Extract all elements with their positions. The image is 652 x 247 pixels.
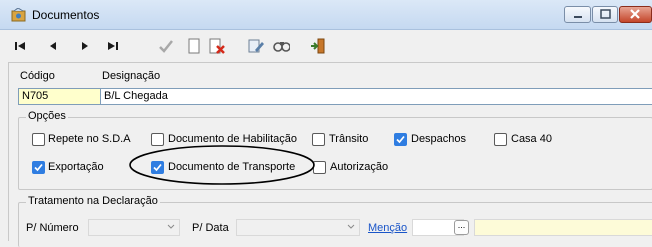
search-icon[interactable] [272,37,290,55]
previous-record-icon[interactable] [44,37,62,55]
mencao-link[interactable]: Menção [368,222,407,234]
opcoes-group: Opções [18,110,652,190]
codigo-field[interactable]: N705 [18,88,101,105]
designacao-label: Designação [102,70,161,82]
last-record-icon[interactable] [104,37,122,55]
pnumero-select[interactable] [88,219,180,236]
opcoes-legend: Opções [26,110,68,122]
exportacao-label: Exportação [48,161,104,173]
exit-icon[interactable] [309,37,327,55]
repete-sda-label: Repete no S.D.A [48,133,131,145]
casa-40-label: Casa 40 [511,133,552,145]
transito-label: Trânsito [329,133,369,145]
codigo-label: Código [20,70,55,82]
chevron-down-icon [167,224,175,229]
edit-icon[interactable] [247,37,265,55]
chevron-down-icon [347,224,355,229]
toolbar [0,31,652,61]
app-icon [11,7,26,22]
despachos-checkbox[interactable] [394,133,407,146]
title-bar: Documentos [0,0,652,30]
delete-document-icon[interactable] [208,37,226,55]
close-button[interactable] [619,6,652,23]
pdata-label: P/ Data [192,222,229,234]
new-document-icon[interactable] [185,37,203,55]
designacao-field[interactable]: B/L Chegada [100,88,652,105]
minimize-button[interactable] [564,6,591,23]
maximize-button[interactable] [592,6,618,23]
repete-sda-checkbox[interactable] [32,133,45,146]
mencao-description-field[interactable] [474,219,652,236]
despachos-label: Despachos [411,133,467,145]
document-form: Código Designação N705 B/L Chegada Opçõe… [8,62,652,247]
first-record-icon[interactable] [11,37,29,55]
pnumero-label: P/ Número [26,222,79,234]
autorizacao-label: Autorização [330,161,389,173]
casa-40-checkbox[interactable] [494,133,507,146]
highlight-ellipse [129,145,315,185]
confirm-icon[interactable] [157,37,175,55]
mencao-ellipsis-button[interactable]: ... [454,220,469,235]
next-record-icon[interactable] [76,37,94,55]
window-title: Documentos [32,8,100,22]
pdata-select[interactable] [236,219,360,236]
tratamento-legend: Tratamento na Declaração [26,195,160,207]
exportacao-checkbox[interactable] [32,161,45,174]
